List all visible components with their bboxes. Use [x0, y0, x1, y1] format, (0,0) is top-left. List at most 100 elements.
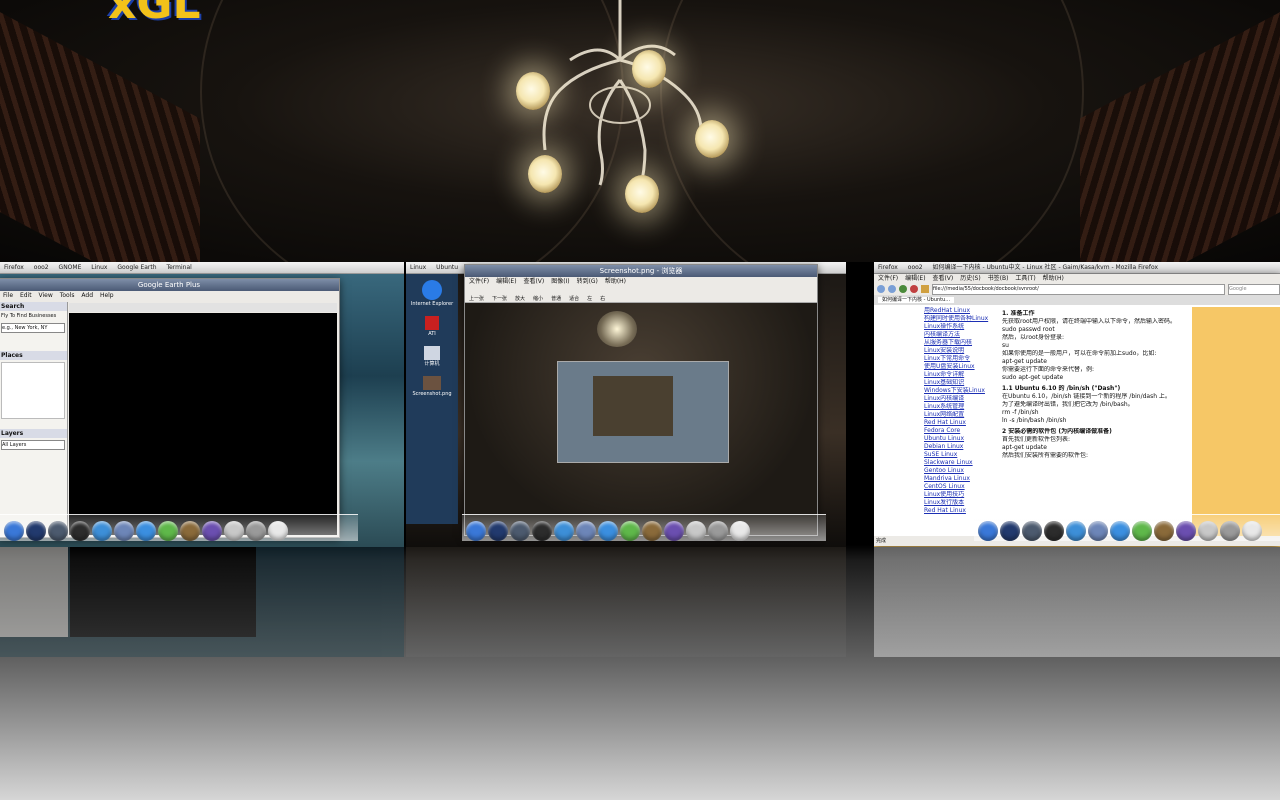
time-machine-icon[interactable]: [686, 521, 706, 541]
ichat-icon[interactable]: [1110, 521, 1130, 541]
sidebar-link[interactable]: 从服务器下载内核: [924, 339, 998, 347]
menu-item[interactable]: Help: [100, 292, 114, 299]
menu-item[interactable]: 工具(T): [1015, 275, 1035, 282]
stop-icon[interactable]: [910, 285, 918, 293]
sidebar-link[interactable]: CentOS Linux: [924, 483, 998, 491]
iphoto-icon[interactable]: [642, 521, 662, 541]
workspace-right[interactable]: Firefox ooo2 如何编译一下内核 - Ubuntu中文 - Linux…: [874, 262, 1280, 547]
sidebar-link[interactable]: Linux系统管理: [924, 403, 998, 411]
workspace-left[interactable]: Firefox ooo2 GNOME Linux Google Earth Te…: [0, 262, 404, 547]
menu-item[interactable]: File: [3, 292, 13, 299]
trash-icon[interactable]: [246, 521, 266, 541]
sidebar-link[interactable]: 使用U盘安装Linux: [924, 363, 998, 371]
itunes-icon[interactable]: [158, 521, 178, 541]
menu-item[interactable]: 书签(B): [988, 275, 1009, 282]
toolbar-fit-button[interactable]: 适合: [569, 295, 579, 302]
imovie-icon[interactable]: [202, 521, 222, 541]
sidebar-link[interactable]: 内核编译方法: [924, 331, 998, 339]
panel-item[interactable]: Linux: [410, 262, 426, 273]
clock-icon[interactable]: [730, 521, 750, 541]
menu-item[interactable]: 编辑(E): [496, 278, 516, 285]
sidebar-link[interactable]: Windows下安装Linux: [924, 387, 998, 395]
ichat-icon[interactable]: [136, 521, 156, 541]
workspace-center[interactable]: Linux Ubuntu compiz Internet Explorer AT…: [406, 262, 846, 547]
sidebar-link[interactable]: Linux命令详解: [924, 371, 998, 379]
panel-item[interactable]: Linux: [91, 262, 107, 273]
panel-item[interactable]: ooo2: [908, 262, 923, 273]
panel-item[interactable]: Google Earth: [117, 262, 156, 273]
panel-item[interactable]: Firefox: [878, 262, 898, 273]
menu-item[interactable]: 转到(G): [577, 278, 598, 285]
menu-item[interactable]: 历史(S): [960, 275, 981, 282]
tab-fly-to[interactable]: Fly To: [1, 313, 15, 319]
ie-icon[interactable]: [422, 280, 442, 300]
sidebar-link[interactable]: Fedora Core: [924, 427, 998, 435]
viewer-image[interactable]: [465, 303, 817, 535]
earth-3d-view[interactable]: [69, 313, 337, 535]
google-earth-window[interactable]: Google Earth Plus File Edit View Tools A…: [0, 278, 340, 538]
menu-item[interactable]: 查看(V): [932, 275, 953, 282]
menu-item[interactable]: Tools: [60, 292, 75, 299]
clock-dark-icon[interactable]: [70, 521, 90, 541]
home-icon[interactable]: [921, 285, 929, 293]
ati-icon[interactable]: [425, 316, 439, 330]
itunes-icon[interactable]: [1132, 521, 1152, 541]
reload-icon[interactable]: [899, 285, 907, 293]
sidebar-link[interactable]: Linux发行版本: [924, 499, 998, 507]
panel-item[interactable]: ooo2: [34, 262, 49, 273]
sidebar-link[interactable]: Linux操作系统: [924, 323, 998, 331]
menu-item[interactable]: 查看(V): [523, 278, 544, 285]
earth-toolbar[interactable]: [69, 303, 337, 312]
image-viewer-window[interactable]: Screenshot.png - 浏览器 文件(F) 编辑(E) 查看(V) 图…: [464, 264, 818, 536]
panel-item[interactable]: Terminal: [166, 262, 191, 273]
system-icon[interactable]: [48, 521, 68, 541]
menu-item[interactable]: 文件(F): [469, 278, 489, 285]
tab-businesses[interactable]: Find Businesses: [17, 313, 57, 319]
sidebar-link[interactable]: Ubuntu Linux: [924, 435, 998, 443]
iphoto-icon[interactable]: [180, 521, 200, 541]
sidebar-link[interactable]: Linux内核编译: [924, 395, 998, 403]
search-box[interactable]: Google: [1228, 283, 1280, 295]
menu-item[interactable]: 编辑(E): [905, 275, 925, 282]
panel-item[interactable]: Firefox: [4, 262, 24, 273]
itunes-icon[interactable]: [620, 521, 640, 541]
back-icon[interactable]: [877, 285, 885, 293]
sidebar-link[interactable]: SuSE Linux: [924, 451, 998, 459]
menu-item[interactable]: Add: [81, 292, 93, 299]
browser-tab[interactable]: 如何编译一下内核 - Ubuntu...: [878, 297, 955, 303]
computer-icon[interactable]: [424, 346, 440, 360]
toolbar-normal-button[interactable]: 普通: [551, 295, 561, 302]
iphoto-icon[interactable]: [1154, 521, 1174, 541]
menu-item[interactable]: 图像(I): [551, 278, 569, 285]
sidebar-link[interactable]: Linux下常用命令: [924, 355, 998, 363]
layers-select[interactable]: All Layers: [1, 440, 65, 450]
safari-icon[interactable]: [92, 521, 112, 541]
sidebar-link[interactable]: 构建同时使用各种Linux: [924, 315, 998, 323]
firefox-window[interactable]: 文件(F) 编辑(E) 查看(V) 历史(S) 书签(B) 工具(T) 帮助(H…: [874, 274, 1280, 546]
panel-item[interactable]: GNOME: [59, 262, 82, 273]
time-machine-icon[interactable]: [224, 521, 244, 541]
menu-item[interactable]: 帮助(H): [1043, 275, 1064, 282]
finder-icon[interactable]: [466, 521, 486, 541]
search-input[interactable]: e.g., New York, NY: [1, 323, 65, 333]
clock-dark-icon[interactable]: [1044, 521, 1064, 541]
time-machine-icon[interactable]: [1198, 521, 1218, 541]
imovie-icon[interactable]: [1176, 521, 1196, 541]
sidebar-link[interactable]: Slackware Linux: [924, 459, 998, 467]
forward-icon[interactable]: [888, 285, 896, 293]
trash-icon[interactable]: [1220, 521, 1240, 541]
sidebar-link[interactable]: Linux安装说明: [924, 347, 998, 355]
sidebar-link[interactable]: Gentoo Linux: [924, 467, 998, 475]
clock-icon[interactable]: [1242, 521, 1262, 541]
sidebar-link[interactable]: Debian Linux: [924, 443, 998, 451]
finder-icon[interactable]: [4, 521, 24, 541]
imovie-icon[interactable]: [664, 521, 684, 541]
safari-icon[interactable]: [1066, 521, 1086, 541]
menu-item[interactable]: Edit: [20, 292, 32, 299]
dashboard-icon[interactable]: [1000, 521, 1020, 541]
toolbar-prev-button[interactable]: 上一张: [469, 295, 484, 302]
dashboard-icon[interactable]: [26, 521, 46, 541]
toolbar-rotate-right-button[interactable]: 右: [600, 295, 605, 302]
menu-item[interactable]: 文件(F): [878, 275, 898, 282]
sidebar-link[interactable]: Linux使用技巧: [924, 491, 998, 499]
